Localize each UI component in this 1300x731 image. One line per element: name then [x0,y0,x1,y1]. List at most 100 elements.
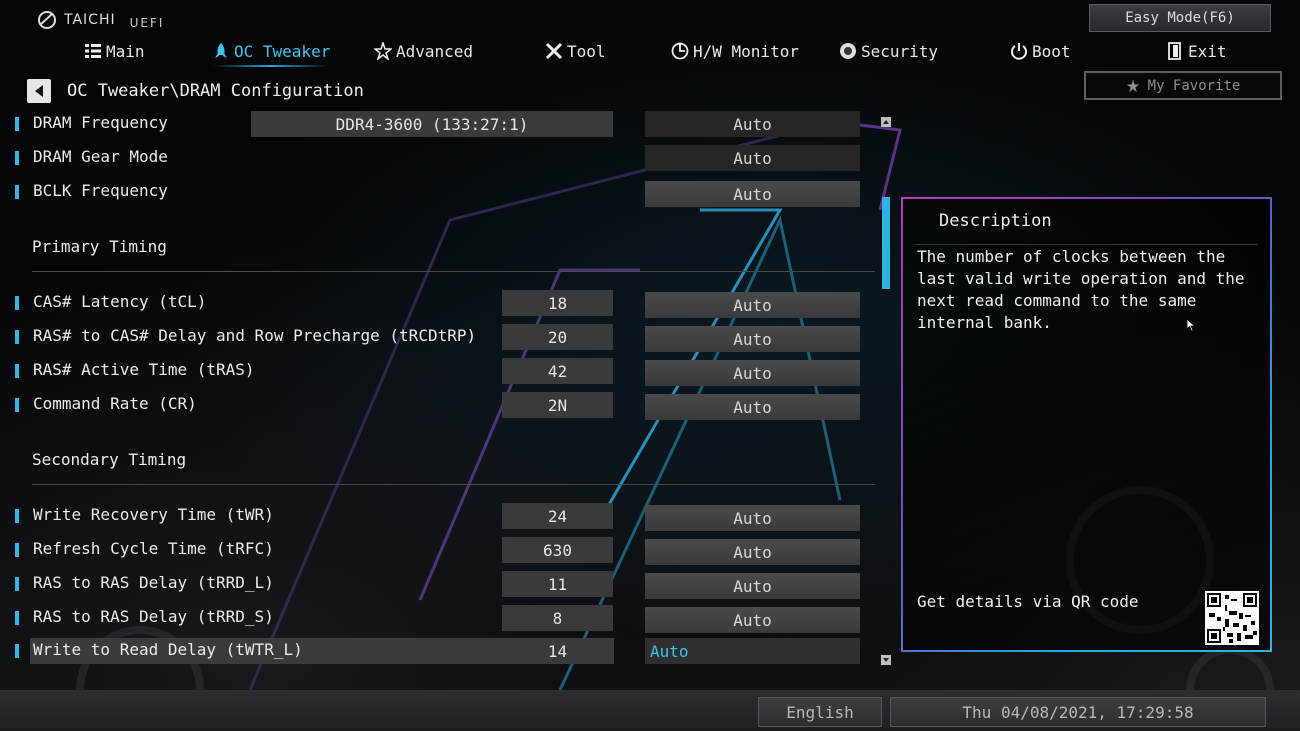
mouse-cursor-icon [1186,318,1196,332]
setting-row-bclk-frequency[interactable]: BCLK Frequency Auto [0,179,880,207]
tab-exit-label: Exit [1188,41,1227,61]
row-marker [15,296,19,310]
tools-icon [545,42,563,60]
setting-option[interactable]: Auto [645,360,860,386]
setting-option[interactable]: Auto [645,292,860,318]
setting-label: RAS# Active Time (tRAS) [33,360,255,379]
description-text: The number of clocks between the last va… [917,247,1245,332]
row-marker [15,151,19,165]
tab-advanced[interactable]: Advanced [374,38,473,64]
setting-label: Write to Read Delay (tWTR_L) [33,640,303,659]
setting-value: 42 [502,358,613,384]
language-button[interactable]: English [758,697,882,727]
setting-label: BCLK Frequency [33,181,168,200]
setting-row-twr[interactable]: Write Recovery Time (tWR) 24 Auto [0,503,880,531]
section-title-secondary: Secondary Timing [32,450,187,469]
rocket-icon [215,43,227,58]
row-marker [15,577,19,591]
setting-option[interactable]: Auto [645,505,860,531]
list-icon [85,44,101,58]
shield-icon [840,43,856,59]
setting-value: 2N [502,392,613,418]
description-panel: Description The number of clocks between… [901,197,1272,652]
setting-row-dram-frequency[interactable]: DRAM Frequency DDR4-3600 (133:27:1) Auto [0,111,880,137]
star-icon [1126,79,1139,92]
tab-main[interactable]: Main [84,38,145,64]
setting-option[interactable]: Auto [645,181,860,207]
tab-security-label: Security [861,41,939,61]
setting-row-command-rate[interactable]: Command Rate (CR) 2N Auto [0,392,880,420]
power-icon [1011,43,1027,60]
my-favorite-button[interactable]: My Favorite [1084,71,1282,100]
tab-tool-label: Tool [567,41,606,61]
qr-code-icon[interactable] [1205,591,1259,645]
tab-hw-monitor-label: H/W Monitor [693,41,799,61]
tab-exit[interactable]: Exit [1166,38,1227,64]
setting-label: RAS to RAS Delay (tRRD_L) [33,573,274,592]
setting-label: Command Rate (CR) [33,394,197,413]
setting-label: RAS to RAS Delay (tRRD_S) [33,607,274,626]
section-title-primary: Primary Timing [32,237,167,256]
setting-option[interactable]: Auto [645,394,860,420]
breadcrumb: OC Tweaker\DRAM Configuration [27,79,364,103]
taichi-mark-icon [38,11,56,29]
setting-value: 11 [502,571,613,597]
setting-value: 8 [502,605,613,631]
monitor-icon [671,42,689,60]
setting-row-twtr-l[interactable]: Write to Read Delay (tWTR_L) 14 Auto [0,638,880,664]
setting-value: 18 [502,290,613,316]
setting-row-dram-gear-mode[interactable]: DRAM Gear Mode Auto [0,145,880,171]
tab-boot-label: Boot [1032,41,1071,61]
tab-hw-monitor[interactable]: H/W Monitor [671,38,799,64]
setting-label: DRAM Gear Mode [33,147,168,166]
setting-value: DDR4-3600 (133:27:1) [251,111,613,137]
setting-row-tcl[interactable]: CAS# Latency (tCL) 18 Auto [0,290,880,318]
row-marker [15,398,19,412]
setting-option[interactable]: Auto [645,607,860,633]
setting-row-trcdtrp[interactable]: RAS# to CAS# Delay and Row Precharge (tR… [0,324,880,352]
arrow-left-icon [35,85,43,97]
arrow-down-icon [883,658,889,662]
setting-option[interactable]: Auto [645,573,860,599]
tab-oc-tweaker[interactable]: OC Tweaker [212,38,331,67]
setting-option[interactable]: Auto [645,145,860,171]
scrollbar-thumb[interactable] [882,197,890,289]
setting-value: 14 [547,641,568,661]
description-title: Description [939,211,1052,231]
main-nav: Main OC Tweaker Advanced Tool H/W Monito… [0,38,1300,67]
easy-mode-button[interactable]: Easy Mode(F6) [1089,4,1271,32]
taichi-logo: TAICHI UEFI [36,10,164,30]
setting-label: Refresh Cycle Time (tRFC) [33,539,274,558]
setting-option[interactable]: Auto [645,539,860,565]
setting-row-trrd-l[interactable]: RAS to RAS Delay (tRRD_L) 11 Auto [0,571,880,599]
setting-row-tras[interactable]: RAS# Active Time (tRAS) 42 Auto [0,358,880,386]
exit-icon [1168,42,1181,60]
row-marker [15,185,19,199]
setting-value: 24 [502,503,613,529]
back-button[interactable] [27,79,51,103]
setting-option-editing[interactable]: Auto [645,638,860,664]
setting-option[interactable]: Auto [645,326,860,352]
tab-tool[interactable]: Tool [545,38,606,64]
brand-sub: UEFI [129,16,165,30]
section-divider [32,271,875,272]
scroll-up-button[interactable] [881,117,891,127]
setting-row-trfc[interactable]: Refresh Cycle Time (tRFC) 630 Auto [0,537,880,565]
tab-boot[interactable]: Boot [1010,38,1071,64]
tab-main-label: Main [106,41,145,61]
row-marker [15,117,19,131]
setting-option[interactable]: Auto [645,111,860,137]
tab-oc-tweaker-label: OC Tweaker [234,41,331,61]
my-favorite-label: My Favorite [1147,77,1241,94]
datetime-display[interactable]: Thu 04/08/2021, 17:29:58 [890,697,1266,727]
row-marker [15,509,19,523]
tab-security[interactable]: Security [839,38,938,64]
tab-advanced-label: Advanced [396,41,474,61]
setting-label: RAS# to CAS# Delay and Row Precharge (tR… [33,326,477,345]
brand-name: TAICHI [64,12,116,28]
scroll-down-button[interactable] [881,655,891,665]
arrow-up-icon [883,120,889,124]
setting-row-trrd-s[interactable]: RAS to RAS Delay (tRRD_S) 8 Auto [0,605,880,633]
star-icon [374,42,392,60]
section-divider [32,484,875,485]
